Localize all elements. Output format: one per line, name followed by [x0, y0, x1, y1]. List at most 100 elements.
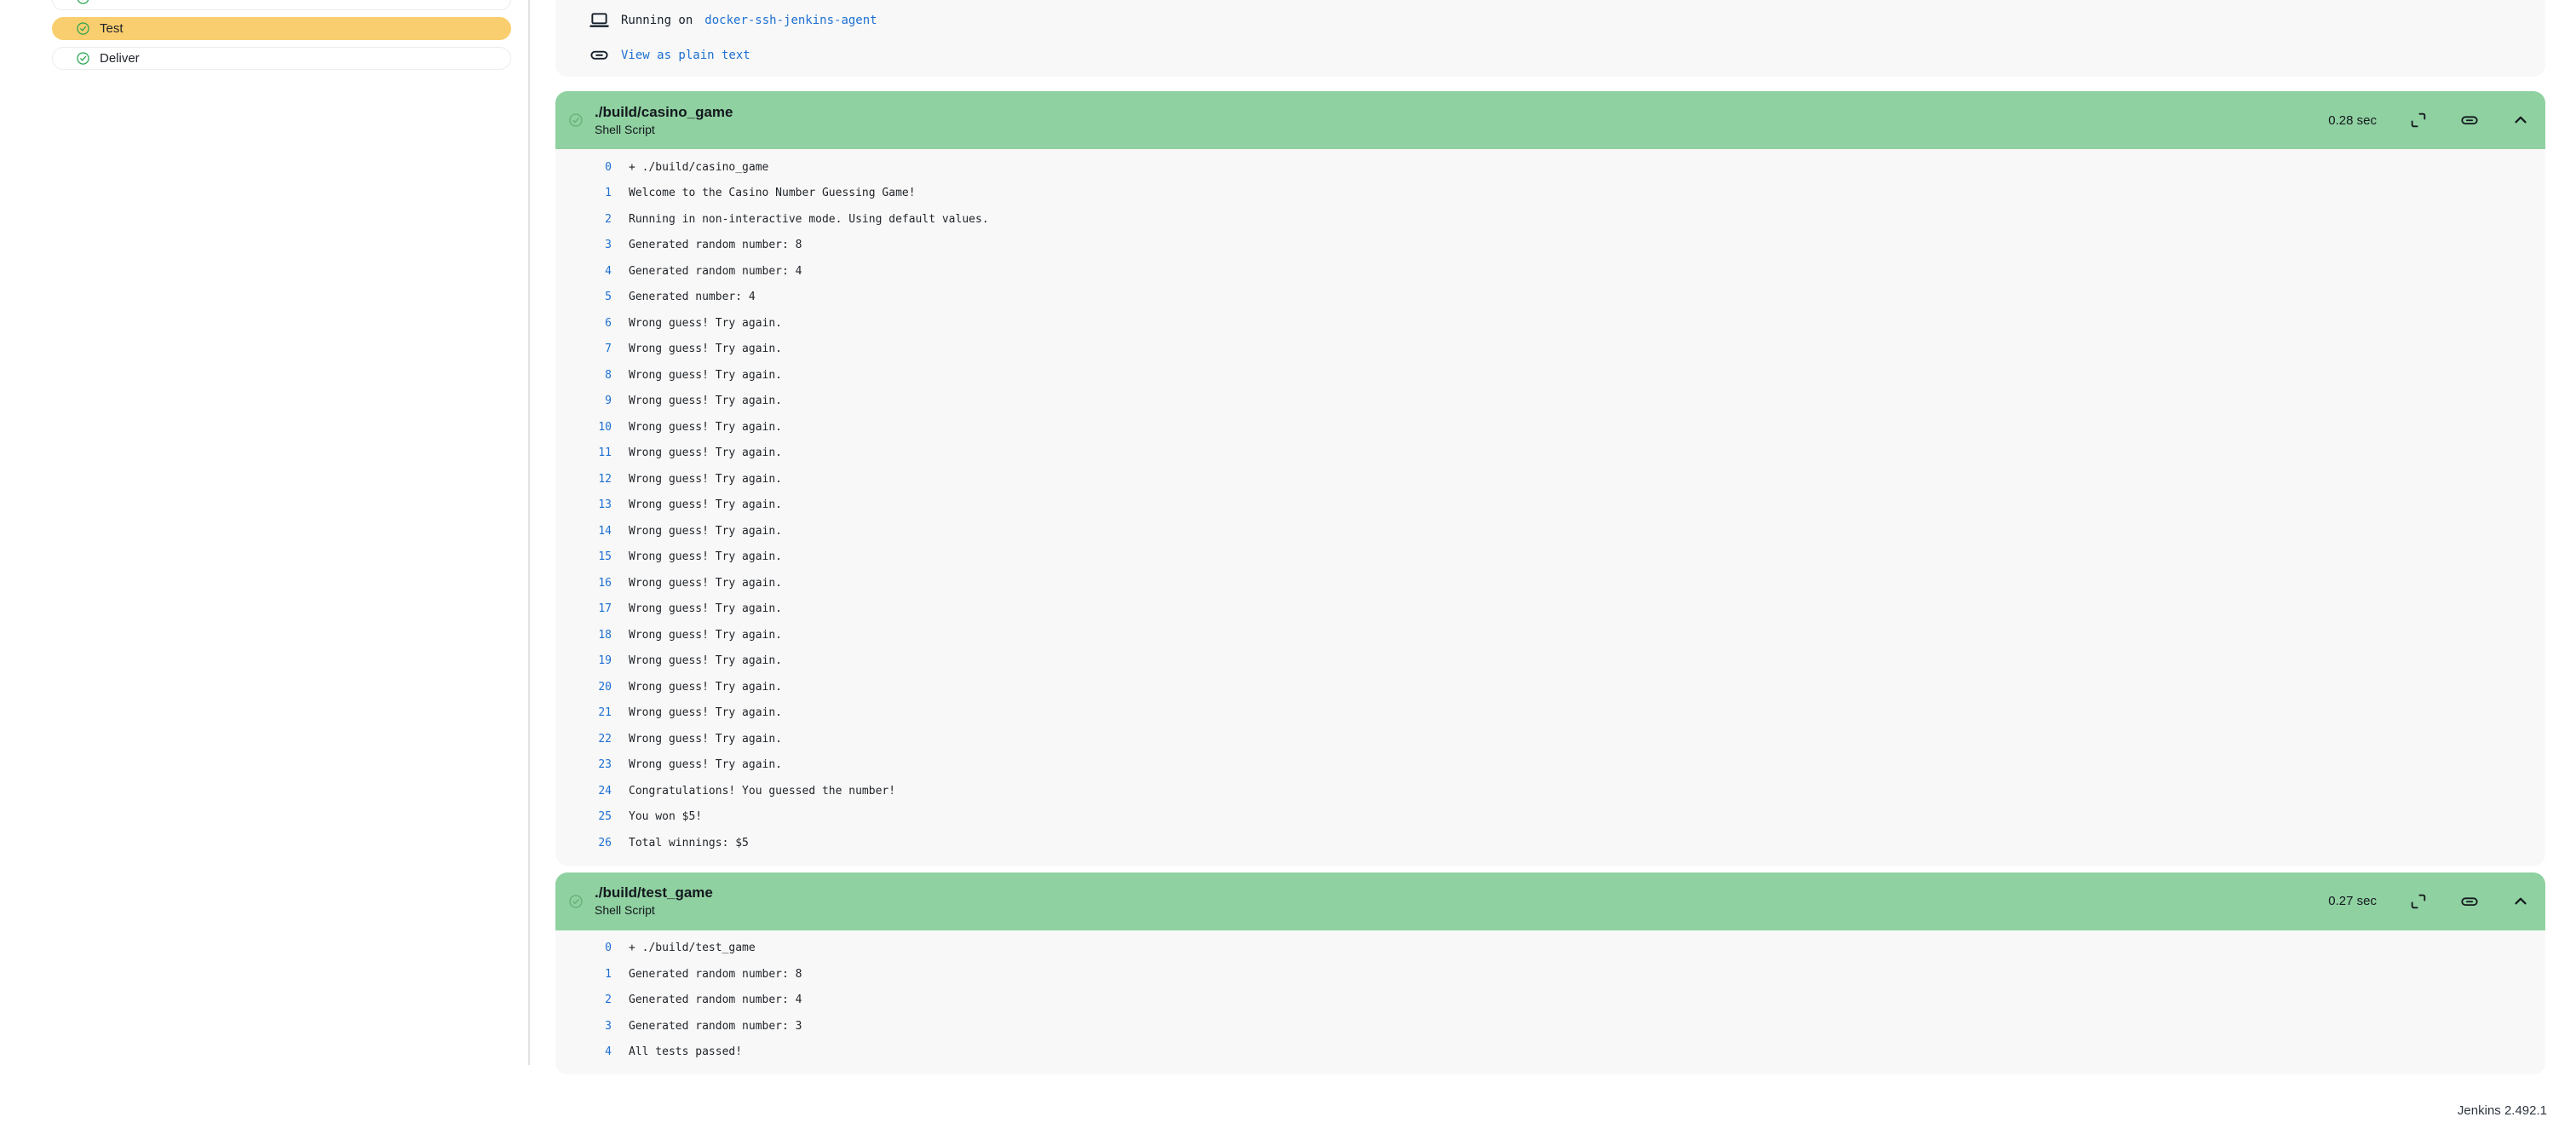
console-line-text: + ./build/casino_game: [629, 161, 768, 174]
chevron-up-icon[interactable]: [2511, 111, 2530, 130]
console-line: 0+ ./build/test_game: [555, 936, 2545, 962]
line-number-link[interactable]: 13: [555, 498, 612, 511]
line-number-link[interactable]: 24: [555, 785, 612, 798]
console-line: 24 Congratulations! You guessed the numbe…: [555, 778, 2545, 804]
console-line: 19 Wrong guess! Try again.: [555, 648, 2545, 675]
console-line-text: All tests passed!: [629, 1045, 742, 1058]
line-number-link[interactable]: 3: [555, 239, 612, 251]
console-main: Running on docker-ssh-jenkins-agent View…: [555, 0, 2545, 1074]
console-line: 5 Generated number: 4: [555, 285, 2545, 311]
console-line-text: Wrong guess! Try again.: [629, 654, 782, 667]
line-number-link[interactable]: 5: [555, 291, 612, 303]
console-line: 13Wrong guess! Try again.: [555, 492, 2545, 519]
console-line: 3 Generated random number: 3: [555, 1013, 2545, 1039]
line-number-link[interactable]: 3: [555, 1020, 612, 1033]
line-number-link[interactable]: 11: [555, 446, 612, 459]
line-number-link[interactable]: 10: [555, 421, 612, 434]
console-line-text: You won $5!: [629, 810, 702, 823]
line-number-link[interactable]: 0: [555, 161, 612, 174]
console-line-text: Wrong guess! Try again.: [629, 681, 782, 694]
console-line-text: Wrong guess! Try again.: [629, 446, 782, 459]
console-line: 6 Wrong guess! Try again.: [555, 310, 2545, 337]
line-number-link[interactable]: 8: [555, 369, 612, 382]
console-line: 3Generated random number: 8: [555, 233, 2545, 259]
line-number-link[interactable]: 16: [555, 577, 612, 590]
expand-icon[interactable]: [2409, 892, 2428, 911]
pipeline-step: ./build/casino_game Shell Script 0.28 se…: [555, 91, 2545, 866]
link-icon[interactable]: [2460, 111, 2479, 130]
console-line: 16 Wrong guess! Try again.: [555, 570, 2545, 596]
console-line: 8Wrong guess! Try again.: [555, 362, 2545, 389]
agent-link[interactable]: docker-ssh-jenkins-agent: [704, 14, 877, 27]
line-number-link[interactable]: 23: [555, 758, 612, 771]
console-line: 17Wrong guess! Try again.: [555, 596, 2545, 623]
line-number-link[interactable]: 14: [555, 525, 612, 538]
sidebar-item-deliver[interactable]: Deliver: [52, 47, 511, 70]
step-subtitle: Shell Script: [595, 902, 713, 919]
step-subtitle: Shell Script: [595, 122, 733, 138]
running-on-row: Running on docker-ssh-jenkins-agent: [589, 3, 2545, 37]
line-number-link[interactable]: 19: [555, 654, 612, 667]
link-icon[interactable]: [2460, 892, 2479, 911]
console-line-text: Wrong guess! Try again.: [629, 706, 782, 719]
line-number-link[interactable]: 18: [555, 629, 612, 642]
success-check-icon: [77, 0, 89, 4]
line-number-link[interactable]: 4: [555, 265, 612, 278]
console-line-text: Welcome to the Casino Number Guessing Ga…: [629, 187, 916, 199]
sidebar-item-label: Deliver: [100, 51, 140, 66]
expand-icon[interactable]: [2409, 111, 2428, 130]
steps: ./build/casino_game Shell Script 0.28 se…: [555, 91, 2545, 1074]
step-titles: ./build/casino_game Shell Script: [595, 103, 733, 138]
line-number-link[interactable]: 1: [555, 968, 612, 981]
plain-text-row: View as plain text: [589, 37, 2545, 72]
console-line: 22Wrong guess! Try again.: [555, 726, 2545, 752]
console-line: 7 Wrong guess! Try again.: [555, 337, 2545, 363]
step-header-actions: 0.28 sec: [2328, 111, 2530, 130]
sidebar-item-partial[interactable]: [52, 0, 511, 10]
chevron-up-icon[interactable]: [2511, 892, 2530, 911]
console-line-text: Wrong guess! Try again.: [629, 577, 782, 590]
console-line-text: Congratulations! You guessed the number!: [629, 785, 895, 798]
console-line-text: Generated number: 4: [629, 291, 756, 303]
step-header-actions: 0.27 sec: [2328, 892, 2530, 911]
line-number-link[interactable]: 12: [555, 473, 612, 486]
console-line: 4Generated random number: 4: [555, 258, 2545, 285]
sidebar-item-test[interactable]: Test: [52, 17, 511, 40]
line-number-link[interactable]: 7: [555, 343, 612, 355]
console-output: 0+ ./build/test_game 1 Generated random nu…: [555, 930, 2545, 1075]
console-line-text: Generated random number: 4: [629, 993, 802, 1006]
step-header[interactable]: ./build/casino_game Shell Script 0.28 se…: [555, 91, 2545, 149]
line-number-link[interactable]: 21: [555, 706, 612, 719]
console-line: 2Running in non-interactive mode. Using …: [555, 206, 2545, 233]
console-line-text: Generated random number: 3: [629, 1020, 802, 1033]
console-line-text: Wrong guess! Try again.: [629, 473, 782, 486]
line-number-link[interactable]: 2: [555, 993, 612, 1006]
line-number-link[interactable]: 6: [555, 317, 612, 330]
line-number-link[interactable]: 17: [555, 602, 612, 615]
console-line-text: Wrong guess! Try again.: [629, 343, 782, 355]
console-line-text: Wrong guess! Try again.: [629, 550, 782, 563]
console-line: 18Wrong guess! Try again.: [555, 622, 2545, 648]
console-line: 12 Wrong guess! Try again.: [555, 466, 2545, 492]
line-number-link[interactable]: 25: [555, 810, 612, 823]
computer-icon: [589, 10, 609, 30]
line-number-link[interactable]: 26: [555, 837, 612, 849]
line-number-link[interactable]: 15: [555, 550, 612, 563]
console-line: 10Wrong guess! Try again.: [555, 414, 2545, 441]
running-on-text: Running on: [621, 14, 693, 27]
view-plain-text-link[interactable]: View as plain text: [621, 49, 750, 62]
line-number-link[interactable]: 9: [555, 394, 612, 407]
line-number-link[interactable]: 2: [555, 213, 612, 226]
step-header[interactable]: ./build/test_game Shell Script 0.27 sec: [555, 872, 2545, 930]
console-line: 15 Wrong guess! Try again.: [555, 544, 2545, 571]
line-number-link[interactable]: 22: [555, 733, 612, 746]
success-check-icon: [77, 52, 89, 65]
line-number-link[interactable]: 0: [555, 942, 612, 954]
line-number-link[interactable]: 4: [555, 1045, 612, 1058]
console-line-text: Wrong guess! Try again.: [629, 525, 782, 538]
console-line-text: Generated random number: 8: [629, 968, 802, 981]
line-number-link[interactable]: 1: [555, 187, 612, 199]
success-check-icon: [569, 895, 583, 908]
console-line-text: Wrong guess! Try again.: [629, 317, 782, 330]
line-number-link[interactable]: 20: [555, 681, 612, 694]
